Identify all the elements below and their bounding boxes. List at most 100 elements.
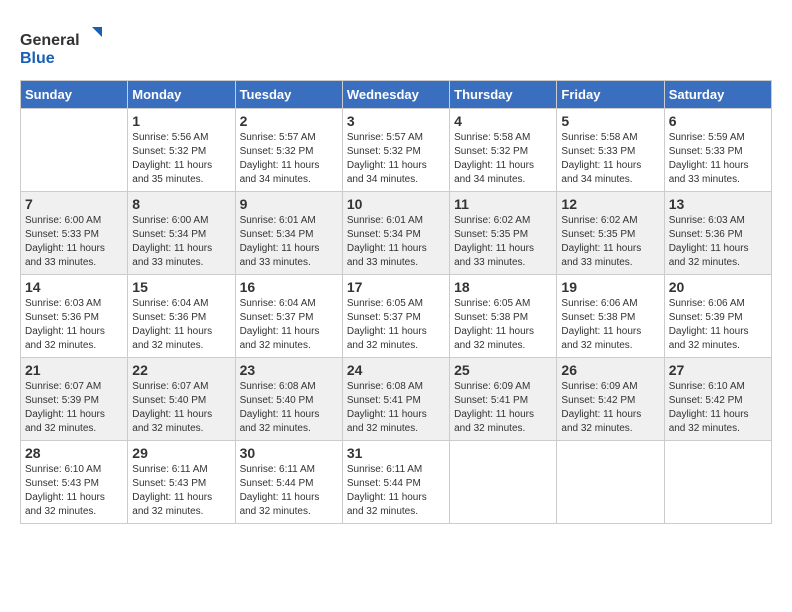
day-info: Sunrise: 5:58 AMSunset: 5:32 PMDaylight:… xyxy=(454,131,552,187)
calendar-cell xyxy=(664,441,771,524)
day-info: Sunrise: 6:10 AMSunset: 5:42 PMDaylight:… xyxy=(669,380,767,436)
day-number: 23 xyxy=(240,362,338,378)
day-info: Sunrise: 6:10 AMSunset: 5:43 PMDaylight:… xyxy=(25,463,123,519)
calendar-cell: 3Sunrise: 5:57 AMSunset: 5:32 PMDaylight… xyxy=(342,109,449,192)
day-info: Sunrise: 6:04 AMSunset: 5:36 PMDaylight:… xyxy=(132,297,230,353)
day-info: Sunrise: 6:02 AMSunset: 5:35 PMDaylight:… xyxy=(454,214,552,270)
calendar-cell: 10 Sunrise: 6:01 AMSunset: 5:34 PMDayligh… xyxy=(342,192,449,275)
calendar-cell: 17 Sunrise: 6:05 AMSunset: 5:37 PMDayligh… xyxy=(342,275,449,358)
calendar-cell: 2Sunrise: 5:57 AMSunset: 5:32 PMDaylight… xyxy=(235,109,342,192)
calendar-cell: 15Sunrise: 6:04 AMSunset: 5:36 PMDayligh… xyxy=(128,275,235,358)
calendar-cell: 13 Sunrise: 6:03 AMSunset: 5:36 PMDayligh… xyxy=(664,192,771,275)
day-number: 13 xyxy=(669,196,767,212)
day-info: Sunrise: 6:00 AMSunset: 5:34 PMDaylight:… xyxy=(132,214,230,270)
calendar-cell: 16 Sunrise: 6:04 AMSunset: 5:37 PMDayligh… xyxy=(235,275,342,358)
calendar-cell: 21 Sunrise: 6:07 AMSunset: 5:39 PMDayligh… xyxy=(21,358,128,441)
calendar-table: SundayMondayTuesdayWednesdayThursdayFrid… xyxy=(20,80,772,524)
page-header: General Blue xyxy=(20,20,772,70)
svg-text:General: General xyxy=(20,32,80,49)
day-number: 16 xyxy=(240,279,338,295)
day-info: Sunrise: 6:01 AMSunset: 5:34 PMDaylight:… xyxy=(240,214,338,270)
calendar-week-row: 21 Sunrise: 6:07 AMSunset: 5:39 PMDayligh… xyxy=(21,358,772,441)
calendar-cell: 19Sunrise: 6:06 AMSunset: 5:38 PMDayligh… xyxy=(557,275,664,358)
calendar-cell: 6 Sunrise: 5:59 AMSunset: 5:33 PMDaylight… xyxy=(664,109,771,192)
day-info: Sunrise: 5:58 AMSunset: 5:33 PMDaylight:… xyxy=(561,131,659,187)
day-info: Sunrise: 6:03 AMSunset: 5:36 PMDaylight:… xyxy=(25,297,123,353)
day-number: 29 xyxy=(132,445,230,461)
day-number: 31 xyxy=(347,445,445,461)
calendar-cell: 31 Sunrise: 6:11 AMSunset: 5:44 PMDayligh… xyxy=(342,441,449,524)
day-info: Sunrise: 6:06 AMSunset: 5:39 PMDaylight:… xyxy=(669,297,767,353)
day-number: 7 xyxy=(25,196,123,212)
calendar-cell xyxy=(557,441,664,524)
calendar-cell: 28 Sunrise: 6:10 AMSunset: 5:43 PMDayligh… xyxy=(21,441,128,524)
calendar-cell: 8 Sunrise: 6:00 AMSunset: 5:34 PMDaylight… xyxy=(128,192,235,275)
day-number: 12 xyxy=(561,196,659,212)
calendar-week-row: 7 Sunrise: 6:00 AMSunset: 5:33 PMDaylight… xyxy=(21,192,772,275)
day-info: Sunrise: 5:57 AMSunset: 5:32 PMDaylight:… xyxy=(347,131,445,187)
calendar-cell: 7 Sunrise: 6:00 AMSunset: 5:33 PMDaylight… xyxy=(21,192,128,275)
day-number: 11 xyxy=(454,196,552,212)
day-number: 25 xyxy=(454,362,552,378)
day-number: 24 xyxy=(347,362,445,378)
weekday-header-row: SundayMondayTuesdayWednesdayThursdayFrid… xyxy=(21,81,772,109)
day-number: 17 xyxy=(347,279,445,295)
calendar-cell: 18 Sunrise: 6:05 AMSunset: 5:38 PMDayligh… xyxy=(450,275,557,358)
day-number: 6 xyxy=(669,113,767,129)
calendar-week-row: 14 Sunrise: 6:03 AMSunset: 5:36 PMDayligh… xyxy=(21,275,772,358)
calendar-cell: 4 Sunrise: 5:58 AMSunset: 5:32 PMDaylight… xyxy=(450,109,557,192)
day-info: Sunrise: 6:03 AMSunset: 5:36 PMDaylight:… xyxy=(669,214,767,270)
weekday-header: Thursday xyxy=(450,81,557,109)
weekday-header: Tuesday xyxy=(235,81,342,109)
day-number: 20 xyxy=(669,279,767,295)
day-number: 9 xyxy=(240,196,338,212)
weekday-header: Sunday xyxy=(21,81,128,109)
day-info: Sunrise: 6:01 AMSunset: 5:34 PMDaylight:… xyxy=(347,214,445,270)
day-info: Sunrise: 6:05 AMSunset: 5:37 PMDaylight:… xyxy=(347,297,445,353)
day-info: Sunrise: 5:56 AMSunset: 5:32 PMDaylight:… xyxy=(132,131,230,187)
day-info: Sunrise: 6:09 AMSunset: 5:42 PMDaylight:… xyxy=(561,380,659,436)
weekday-header: Saturday xyxy=(664,81,771,109)
svg-text:Blue: Blue xyxy=(20,50,55,67)
day-info: Sunrise: 6:04 AMSunset: 5:37 PMDaylight:… xyxy=(240,297,338,353)
day-number: 4 xyxy=(454,113,552,129)
calendar-cell: 30 Sunrise: 6:11 AMSunset: 5:44 PMDayligh… xyxy=(235,441,342,524)
day-number: 14 xyxy=(25,279,123,295)
day-info: Sunrise: 6:05 AMSunset: 5:38 PMDaylight:… xyxy=(454,297,552,353)
day-info: Sunrise: 6:11 AMSunset: 5:43 PMDaylight:… xyxy=(132,463,230,519)
logo-svg: General Blue xyxy=(20,25,110,70)
day-number: 5 xyxy=(561,113,659,129)
day-info: Sunrise: 5:57 AMSunset: 5:32 PMDaylight:… xyxy=(240,131,338,187)
day-number: 8 xyxy=(132,196,230,212)
day-number: 21 xyxy=(25,362,123,378)
calendar-cell: 14 Sunrise: 6:03 AMSunset: 5:36 PMDayligh… xyxy=(21,275,128,358)
day-number: 27 xyxy=(669,362,767,378)
day-number: 22 xyxy=(132,362,230,378)
calendar-cell: 5 Sunrise: 5:58 AMSunset: 5:33 PMDaylight… xyxy=(557,109,664,192)
day-info: Sunrise: 6:11 AMSunset: 5:44 PMDaylight:… xyxy=(347,463,445,519)
calendar-cell xyxy=(450,441,557,524)
calendar-cell: 27 Sunrise: 6:10 AMSunset: 5:42 PMDayligh… xyxy=(664,358,771,441)
day-number: 10 xyxy=(347,196,445,212)
day-info: Sunrise: 6:09 AMSunset: 5:41 PMDaylight:… xyxy=(454,380,552,436)
calendar-cell: 29 Sunrise: 6:11 AMSunset: 5:43 PMDayligh… xyxy=(128,441,235,524)
day-number: 19 xyxy=(561,279,659,295)
calendar-cell: 22Sunrise: 6:07 AMSunset: 5:40 PMDayligh… xyxy=(128,358,235,441)
logo: General Blue xyxy=(20,25,110,70)
calendar-cell: 26 Sunrise: 6:09 AMSunset: 5:42 PMDayligh… xyxy=(557,358,664,441)
day-info: Sunrise: 6:11 AMSunset: 5:44 PMDaylight:… xyxy=(240,463,338,519)
day-info: Sunrise: 6:08 AMSunset: 5:41 PMDaylight:… xyxy=(347,380,445,436)
calendar-cell: 24 Sunrise: 6:08 AMSunset: 5:41 PMDayligh… xyxy=(342,358,449,441)
calendar-cell: 12Sunrise: 6:02 AMSunset: 5:35 PMDayligh… xyxy=(557,192,664,275)
weekday-header: Monday xyxy=(128,81,235,109)
day-number: 1 xyxy=(132,113,230,129)
day-number: 28 xyxy=(25,445,123,461)
day-number: 30 xyxy=(240,445,338,461)
day-number: 26 xyxy=(561,362,659,378)
day-info: Sunrise: 5:59 AMSunset: 5:33 PMDaylight:… xyxy=(669,131,767,187)
calendar-cell: 25 Sunrise: 6:09 AMSunset: 5:41 PMDayligh… xyxy=(450,358,557,441)
day-info: Sunrise: 6:00 AMSunset: 5:33 PMDaylight:… xyxy=(25,214,123,270)
day-info: Sunrise: 6:07 AMSunset: 5:39 PMDaylight:… xyxy=(25,380,123,436)
day-info: Sunrise: 6:08 AMSunset: 5:40 PMDaylight:… xyxy=(240,380,338,436)
day-number: 18 xyxy=(454,279,552,295)
